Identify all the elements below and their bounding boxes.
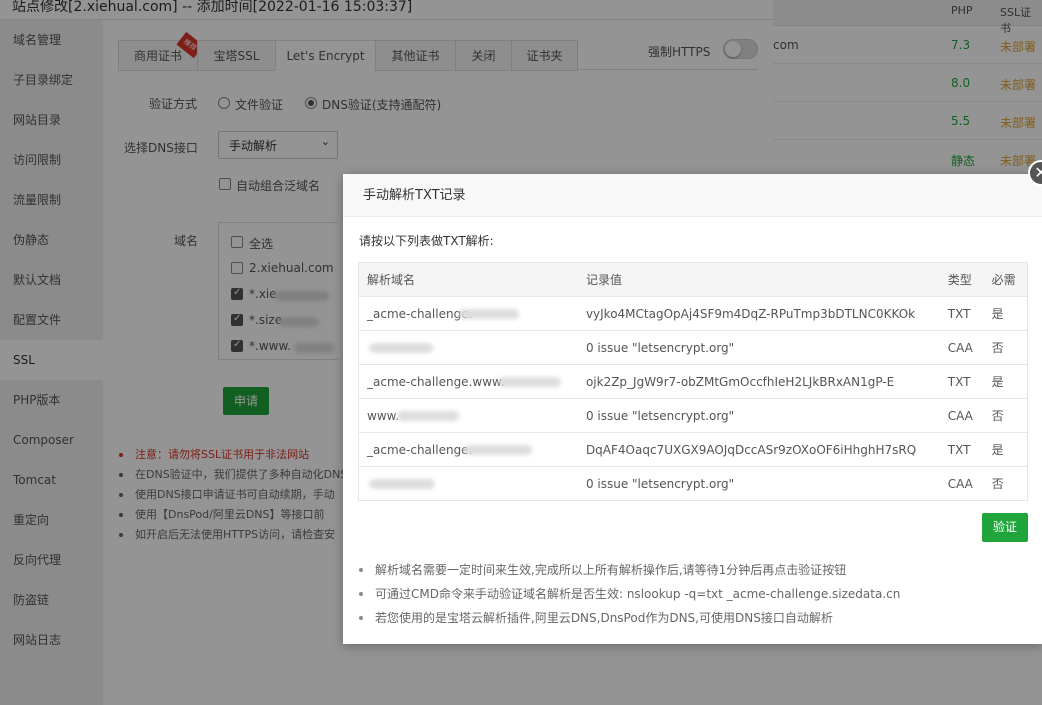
record-required: 否	[983, 330, 1028, 365]
record-required: 是	[983, 364, 1028, 399]
record-domain[interactable]: _acme-challenge.	[357, 432, 578, 467]
record-type: CAA	[939, 466, 984, 501]
redacted-text	[397, 411, 459, 421]
tip-item: 若您使用的是宝塔云解析插件,阿里云DNS,DnsPod作为DNS,可使用DNS接…	[357, 606, 900, 630]
record-value[interactable]: 0 issue "letsencrypt.org"	[577, 398, 940, 433]
record-domain[interactable]: www.	[357, 398, 578, 433]
column-header-required: 必需	[983, 262, 1028, 297]
record-type: TXT	[939, 296, 984, 331]
record-value[interactable]: DqAF4Oaqc7UXGX9AOJqDccASr9zOXoOF6iHhghH7…	[577, 432, 940, 467]
redacted-text	[464, 445, 532, 455]
record-domain[interactable]	[357, 466, 578, 501]
record-required: 否	[983, 466, 1028, 501]
modal-title: 手动解析TXT记录	[343, 174, 1042, 217]
record-domain[interactable]: _acme-challenge.	[357, 296, 578, 331]
table-row: www. 0 issue "letsencrypt.org" CAA 否	[357, 398, 1028, 433]
record-type: CAA	[939, 398, 984, 433]
record-domain-text: _acme-challenge.	[367, 306, 473, 321]
verify-button[interactable]: 验证	[982, 513, 1028, 542]
redacted-text	[369, 343, 433, 353]
record-required: 是	[983, 296, 1028, 331]
record-domain-text: _acme-challenge.www.	[367, 374, 505, 389]
record-value[interactable]: ojk2Zp_JgW9r7-obZMtGmOccfhIeH2LJkBRxAN1g…	[577, 364, 940, 399]
txt-record-table: 解析域名 记录值 类型 必需 _acme-challenge. vyJko4MC…	[357, 262, 1028, 501]
modal-tips: 解析域名需要一定时间来生效,完成所以上所有解析操作后,请等待1分钟后再点击验证按…	[357, 558, 900, 630]
tip-item: 可通过CMD命令来手动验证域名解析是否生效: nslookup -q=txt _…	[357, 582, 900, 606]
record-domain-text: www.	[367, 408, 400, 423]
record-type: TXT	[939, 432, 984, 467]
record-domain-text: _acme-challenge.	[367, 442, 473, 457]
table-row: _acme-challenge. DqAF4Oaqc7UXGX9AOJqDccA…	[357, 432, 1028, 467]
modal-intro: 请按以下列表做TXT解析:	[359, 234, 494, 248]
record-domain[interactable]	[357, 330, 578, 365]
record-required: 否	[983, 398, 1028, 433]
tip-item: 解析域名需要一定时间来生效,完成所以上所有解析操作后,请等待1分钟后再点击验证按…	[357, 558, 900, 582]
column-header-domain: 解析域名	[357, 262, 578, 297]
table-row: 0 issue "letsencrypt.org" CAA 否	[357, 466, 1028, 501]
table-header-row: 解析域名 记录值 类型 必需	[357, 262, 1028, 297]
record-value[interactable]: 0 issue "letsencrypt.org"	[577, 330, 940, 365]
column-header-type: 类型	[939, 262, 984, 297]
record-value[interactable]: vyJko4MCtagOpAj4SF9m4DqZ-RPuTmp3bDTLNC0K…	[577, 296, 940, 331]
redacted-text	[459, 309, 519, 319]
table-row: _acme-challenge. vyJko4MCtagOpAj4SF9m4Dq…	[357, 296, 1028, 331]
column-header-value: 记录值	[577, 262, 940, 297]
redacted-text	[499, 377, 561, 387]
table-row: _acme-challenge.www. ojk2Zp_JgW9r7-obZMt…	[357, 364, 1028, 399]
record-type: TXT	[939, 364, 984, 399]
table-row: 0 issue "letsencrypt.org" CAA 否	[357, 330, 1028, 365]
redacted-text	[369, 479, 435, 489]
record-type: CAA	[939, 330, 984, 365]
record-required: 是	[983, 432, 1028, 467]
txt-record-modal: 手动解析TXT记录 ✕ 请按以下列表做TXT解析: 解析域名 记录值 类型 必需…	[343, 160, 1042, 644]
record-domain[interactable]: _acme-challenge.www.	[357, 364, 578, 399]
record-value[interactable]: 0 issue "letsencrypt.org"	[577, 466, 940, 501]
